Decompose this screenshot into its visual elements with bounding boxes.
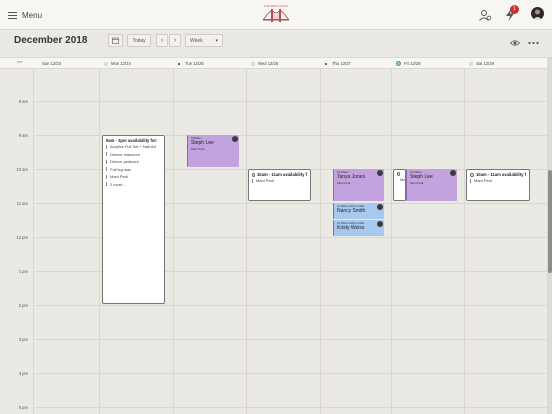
more-services-link[interactable]: 2 more... (106, 181, 161, 189)
appointment-client: Tanya Jones (337, 174, 366, 180)
client-avatar (377, 170, 383, 176)
hour-label: 10 am (16, 167, 28, 172)
hour-label: 5 pm (18, 405, 28, 410)
timezone-label: PST (17, 60, 23, 64)
previous-week-button[interactable]: ‹ (156, 34, 168, 47)
clock-icon (470, 172, 474, 177)
next-week-button[interactable]: › (169, 34, 181, 47)
hour-label: 8 am (18, 99, 28, 104)
day-header-row: PST Sun 12/23 Mon 12/24 Tue 12/25 Wed 12… (0, 57, 547, 69)
client-avatar (232, 136, 238, 142)
hour-label: 12 pm (16, 235, 28, 240)
day-header-mon[interactable]: Mon 12/24 (104, 61, 131, 66)
menu-button[interactable]: Menu (8, 8, 42, 22)
day-checkbox-icon (469, 61, 473, 66)
appointment-service: Mani Pedi (410, 181, 424, 185)
dot-icon (178, 62, 180, 65)
service-item: Deluxe manicure (106, 151, 161, 159)
appointment-client: Kristy Weiss (337, 225, 365, 231)
calendar-toolbar: December 2018 (0, 30, 552, 54)
day-header-fri[interactable]: Fri 12/28 (396, 61, 421, 66)
hour-label: 2 pm (18, 303, 28, 308)
chevron-down-icon: ▾ (215, 37, 218, 44)
view-select-value: Week (190, 37, 203, 44)
scrollbar-thumb[interactable] (548, 170, 552, 273)
service-item: Mani Pedi (106, 173, 161, 181)
appointment-client: Steph Lee (191, 140, 214, 146)
day-header-wed[interactable]: Wed 12/26 (251, 61, 278, 66)
hour-label: 11 am (16, 201, 28, 206)
bridge-icon (262, 9, 290, 22)
date-picker-button[interactable] (108, 34, 123, 47)
hour-label: 1 pm (18, 269, 28, 274)
vertical-scrollbar[interactable] (547, 57, 552, 414)
user-avatar[interactable] (531, 7, 544, 20)
hour-label: 4 pm (18, 371, 28, 376)
availability-block-monday[interactable]: 9am - 2pm availability for: Acrylics Ful… (102, 135, 165, 304)
availability-block-wednesday[interactable]: 10am - 11am availability f Mani Pedi (248, 169, 311, 201)
user-settings-icon[interactable] (478, 8, 492, 22)
month-title: December 2018 (14, 35, 88, 46)
day-header-tue[interactable]: Tue 12/25 (178, 61, 204, 66)
availability-block-saturday[interactable]: 10am - 11am availability f Mani Pedi (466, 169, 530, 201)
eye-icon[interactable] (509, 35, 521, 46)
today-indicator-icon (396, 61, 401, 66)
appointment-client: Nancy Smith (337, 208, 366, 214)
chevron-right-icon: › (173, 37, 177, 44)
appointment-service: Mani Pedi (191, 147, 205, 151)
client-avatar (377, 204, 383, 210)
service-item: Full leg wax (106, 166, 161, 174)
week-grid[interactable]: 8 am 9 am 10 am 11 am 12 pm 1 pm 2 pm 3 … (0, 69, 547, 414)
day-header-thu[interactable]: Thu 12/27 (325, 61, 351, 66)
top-navigation-bar: Menu GOLDEN GATE 1 (0, 0, 552, 30)
clock-icon (252, 172, 255, 177)
appointment-client: Steph Lee (410, 174, 433, 180)
service-item: Ma (400, 177, 406, 182)
chevron-left-icon: ‹ (160, 37, 164, 44)
more-options-icon[interactable] (527, 35, 540, 45)
appointment-fri-steph-lee[interactable]: 10:00am Steph Lee Mani Pedi (406, 169, 457, 201)
appointment-thu-nancy-smith[interactable]: 11:00am-00min Max Nancy Smith (333, 203, 384, 219)
day-checkbox-icon (251, 61, 255, 66)
service-item: Deluxe pedicure (106, 158, 161, 166)
hour-label: 3 pm (18, 337, 28, 342)
calendar-icon (112, 37, 119, 44)
today-button[interactable]: Today (127, 34, 151, 47)
client-avatar (377, 221, 383, 227)
service-item: Acrylics Full Set + Nail Art (106, 143, 161, 151)
day-header-sat[interactable]: Sat 12/29 (469, 61, 494, 66)
availability-block-friday[interactable]: Ma (393, 169, 406, 201)
view-select[interactable]: Week ▾ (185, 34, 223, 47)
appointment-thu-kristy-weiss[interactable]: 11:30am-00min Max Kristy Weiss (333, 220, 384, 236)
hour-label: 9 am (18, 133, 28, 138)
dot-icon (325, 62, 327, 65)
golden-gate-logo: GOLDEN GATE (262, 3, 290, 25)
day-checkbox-icon (104, 61, 108, 66)
client-avatar (450, 170, 456, 176)
notification-badge: 1 (510, 5, 519, 14)
hamburger-icon (8, 11, 17, 19)
service-item: Mani Pedi (470, 177, 526, 185)
appointment-thu-tanya-jones[interactable]: 10:00am Tanya Jones Mani Pedi (333, 169, 384, 201)
appointment-tue-steph-lee[interactable]: 9:00am Steph Lee Mani Pedi (187, 135, 239, 167)
appointment-service: Mani Pedi (337, 181, 351, 185)
menu-label: Menu (22, 10, 43, 20)
service-item: Mani Pedi (252, 177, 307, 185)
day-header-sun[interactable]: Sun 12/23 (42, 61, 61, 66)
